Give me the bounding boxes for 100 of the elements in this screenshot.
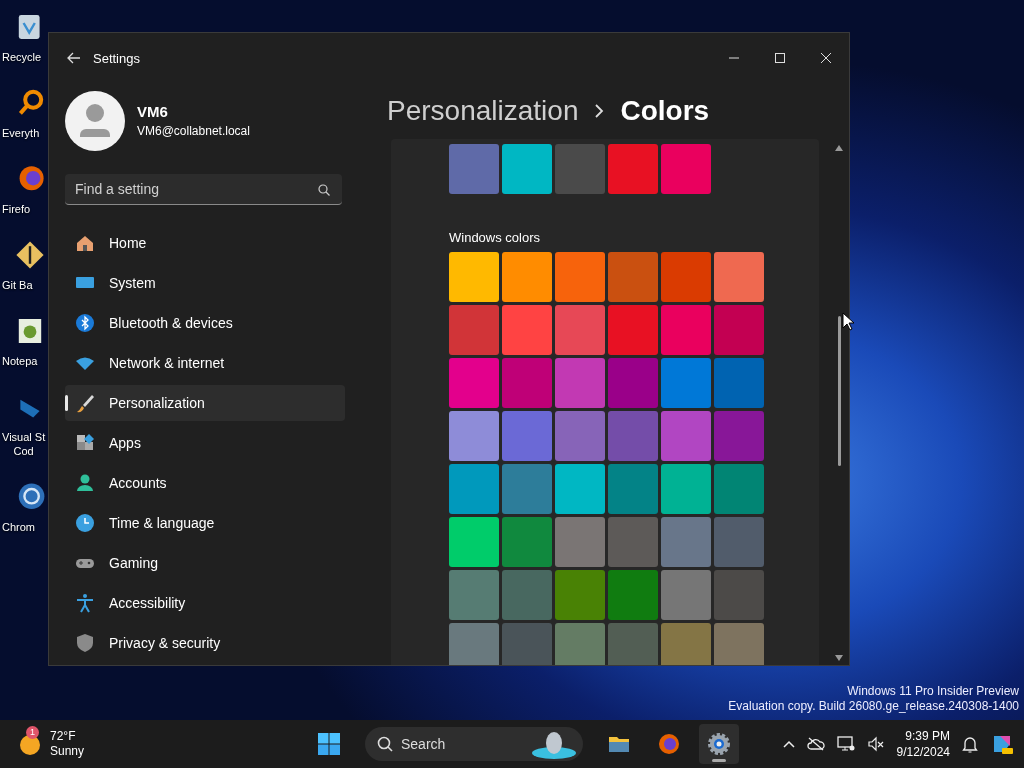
- sidebar-item[interactable]: Accounts: [65, 465, 345, 501]
- color-swatch[interactable]: [502, 411, 552, 461]
- desktop-icon-label: Visual St Cod: [2, 430, 46, 458]
- bluetooth-icon: [75, 313, 95, 333]
- color-swatch[interactable]: [502, 570, 552, 620]
- search-icon: [318, 184, 330, 196]
- color-swatch[interactable]: [449, 411, 499, 461]
- color-swatch[interactable]: [449, 623, 499, 665]
- user-email: VM6@collabnet.local: [137, 124, 250, 138]
- desktop-icon-label: Chrom: [2, 520, 35, 534]
- color-swatch[interactable]: [714, 252, 764, 302]
- color-swatch[interactable]: [555, 464, 605, 514]
- sidebar-item[interactable]: Personalization: [65, 385, 345, 421]
- close-icon[interactable]: [821, 53, 831, 63]
- sidebar-item[interactable]: Apps: [65, 425, 345, 461]
- brush-icon: [75, 393, 95, 413]
- color-swatch[interactable]: [502, 252, 552, 302]
- color-swatch[interactable]: [714, 305, 764, 355]
- color-swatch[interactable]: [661, 144, 711, 194]
- color-swatch[interactable]: [661, 252, 711, 302]
- color-swatch[interactable]: [449, 517, 499, 567]
- sidebar-item[interactable]: System: [65, 265, 345, 301]
- desktop-icon-label: Everyth: [2, 126, 40, 140]
- chevron-right-icon: [594, 104, 605, 118]
- color-swatch[interactable]: [608, 517, 658, 567]
- scroll-down-icon[interactable]: [835, 655, 843, 661]
- sidebar-item[interactable]: Bluetooth & devices: [65, 305, 345, 341]
- color-swatch[interactable]: [714, 517, 764, 567]
- color-swatch[interactable]: [502, 464, 552, 514]
- sidebar-item[interactable]: Privacy & security: [65, 625, 345, 661]
- color-swatch[interactable]: [449, 570, 499, 620]
- monitor-icon[interactable]: [836, 736, 855, 752]
- person-icon: [75, 473, 95, 493]
- color-swatch[interactable]: [608, 570, 658, 620]
- color-swatch[interactable]: [661, 464, 711, 514]
- color-swatch[interactable]: [714, 570, 764, 620]
- color-swatch[interactable]: [555, 144, 605, 194]
- color-swatch[interactable]: [555, 517, 605, 567]
- clock-date[interactable]: 9/12/2024: [896, 744, 950, 760]
- settings-search-field[interactable]: Find a setting: [65, 174, 342, 205]
- color-swatch[interactable]: [661, 623, 711, 665]
- color-swatch[interactable]: [502, 144, 552, 194]
- color-swatch[interactable]: [714, 623, 764, 665]
- cloud-off-icon[interactable]: [806, 737, 825, 751]
- color-swatch[interactable]: [502, 517, 552, 567]
- color-swatch[interactable]: [661, 411, 711, 461]
- color-swatch[interactable]: [608, 305, 658, 355]
- scrollbar-thumb[interactable]: [837, 316, 841, 466]
- watermark-text: Evaluation copy. Build 26080.ge_release.240308-1400: [728, 699, 1019, 714]
- color-swatch[interactable]: [502, 623, 552, 665]
- color-swatch[interactable]: [661, 517, 711, 567]
- color-swatch[interactable]: [608, 252, 658, 302]
- desktop-icon-label: Firefo: [2, 202, 31, 216]
- chevron-up-icon[interactable]: [782, 740, 795, 748]
- scroll-up-icon[interactable]: [835, 145, 843, 151]
- color-swatch[interactable]: [661, 305, 711, 355]
- browser-icon: [657, 732, 681, 756]
- color-swatch[interactable]: [449, 252, 499, 302]
- speaker-muted-icon[interactable]: [866, 736, 885, 752]
- color-swatch[interactable]: [555, 623, 605, 665]
- color-swatch[interactable]: [555, 252, 605, 302]
- temperature-text: 72°F: [50, 729, 77, 744]
- taskbar-search-field[interactable]: Search: [365, 727, 583, 761]
- maximize-icon[interactable]: [775, 53, 785, 63]
- color-swatch[interactable]: [714, 464, 764, 514]
- color-swatch[interactable]: [502, 358, 552, 408]
- color-swatch[interactable]: [608, 144, 658, 194]
- color-swatch[interactable]: [661, 570, 711, 620]
- mouse-pointer-icon: [842, 312, 854, 331]
- gear-icon: [707, 732, 731, 756]
- bell-icon[interactable]: [962, 735, 978, 753]
- sidebar-item[interactable]: Gaming: [65, 545, 345, 581]
- sidebar-item[interactable]: Accessibility: [65, 585, 345, 621]
- color-swatch[interactable]: [608, 358, 658, 408]
- color-swatch[interactable]: [608, 411, 658, 461]
- back-arrow-icon[interactable]: [67, 52, 81, 64]
- color-swatch[interactable]: [661, 358, 711, 408]
- user-name: VM6: [137, 103, 169, 120]
- color-swatch[interactable]: [502, 305, 552, 355]
- sidebar-item[interactable]: Network & internet: [65, 345, 345, 381]
- color-swatch[interactable]: [449, 464, 499, 514]
- clock-time[interactable]: 9:39 PM: [905, 728, 950, 744]
- window-title: Settings: [93, 50, 140, 66]
- color-swatch[interactable]: [608, 464, 658, 514]
- accessibility-icon: [75, 593, 95, 613]
- color-swatch[interactable]: [555, 570, 605, 620]
- color-swatch[interactable]: [555, 358, 605, 408]
- color-swatch[interactable]: [714, 358, 764, 408]
- color-swatch[interactable]: [714, 411, 764, 461]
- color-swatch[interactable]: [555, 411, 605, 461]
- start-icon[interactable]: [317, 732, 341, 756]
- taskbar-app-button[interactable]: [699, 724, 739, 764]
- breadcrumb-link[interactable]: Personalization: [387, 95, 579, 127]
- sidebar-item[interactable]: Home: [65, 225, 345, 261]
- color-swatch[interactable]: [608, 623, 658, 665]
- color-swatch[interactable]: [449, 144, 499, 194]
- color-swatch[interactable]: [449, 358, 499, 408]
- color-swatch[interactable]: [449, 305, 499, 355]
- sidebar-item[interactable]: Time & language: [65, 505, 345, 541]
- color-swatch[interactable]: [555, 305, 605, 355]
